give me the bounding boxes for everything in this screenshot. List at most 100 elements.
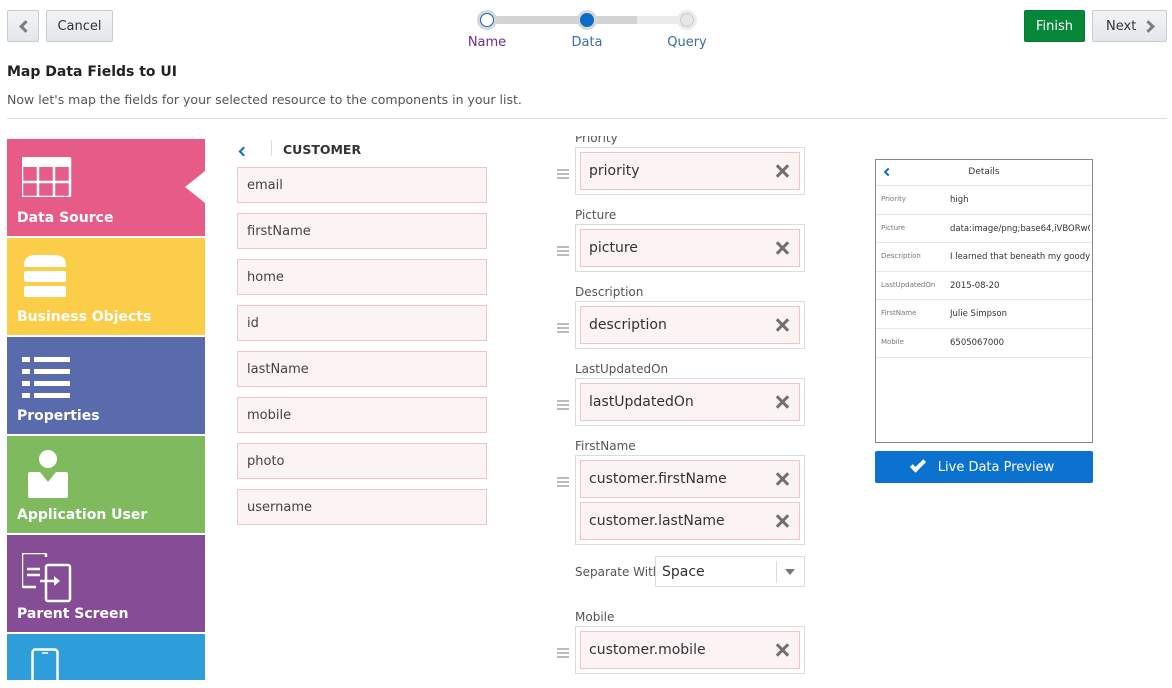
table-icon [22,157,78,197]
mobile-device-icon [31,648,61,688]
live-data-preview-button[interactable]: Live Data Preview [875,451,1093,483]
mapped-field-name: picture [589,240,638,256]
mapped-field-name: customer.mobile [589,642,706,658]
remove-icon[interactable] [775,472,789,486]
field-item[interactable]: username [237,489,487,525]
field-item[interactable]: id [237,305,487,341]
mapping-label-description: Description [575,285,643,299]
mapped-field-chip[interactable]: lastUpdatedOn [580,383,800,421]
preview-row: LastUpdatedOn2015-08-20 [876,272,1092,301]
mapping-drop-zone-picture[interactable]: picture [575,224,805,272]
mapping-label-priority: Priority [575,131,618,145]
step-name-label[interactable]: Name [447,35,527,50]
mapped-field-chip[interactable]: description [580,306,800,344]
mapped-field-chip[interactable]: customer.mobile [580,631,800,669]
tile-business-objects[interactable]: Business Objects [7,238,205,335]
page-title: Map Data Fields to UI [7,64,177,80]
mapping-label-mobile: Mobile [575,610,614,624]
remove-icon[interactable] [775,643,789,657]
preview-title: Details [876,167,1092,177]
tile-properties[interactable]: Properties [7,337,205,434]
next-label: Next [1106,19,1136,34]
stepper-track-completed [487,16,637,24]
cancel-button[interactable]: Cancel [46,10,113,42]
drag-handle-icon[interactable] [557,477,569,487]
mapped-field-name: priority [589,163,640,179]
tile-label: Application User [17,507,147,523]
step-query-label[interactable]: Query [647,35,727,50]
preview-row: FirstNameJulie Simpson [876,300,1092,329]
field-item[interactable]: firstName [237,213,487,249]
remove-icon[interactable] [775,318,789,332]
step-data-dot[interactable] [577,10,597,30]
mapping-drop-zone-mobile[interactable]: customer.mobile [575,626,805,674]
live-data-preview-label: Live Data Preview [938,460,1054,475]
step-query-dot[interactable] [677,10,697,30]
preview-value: I learned that beneath my goody [950,252,1090,262]
remove-icon[interactable] [775,395,789,409]
mapping-drop-zone-priority[interactable]: priority [575,147,805,195]
mapped-field-name: customer.firstName [589,471,727,487]
field-item[interactable]: lastName [237,351,487,387]
database-icon [24,255,70,299]
drag-handle-icon[interactable] [557,648,569,658]
drag-handle-icon[interactable] [557,169,569,179]
preview-value: Julie Simpson [950,309,1090,319]
step-data-label[interactable]: Data [547,35,627,50]
separator-select[interactable]: Space [655,556,805,587]
preview-row: Picture data:image/png;base64,iVBORw0 [876,215,1092,244]
preview-value: data:image/png;base64,iVBORw0 [950,224,1090,234]
field-item[interactable]: email [237,167,487,203]
finish-button[interactable]: Finish [1024,10,1085,42]
tile-label: Business Objects [17,309,151,325]
select-divider [776,561,777,583]
resource-title: CUSTOMER [283,142,361,157]
tile-mobile-device[interactable] [7,634,205,680]
tile-application-user[interactable]: Application User [7,436,205,533]
preview-key: Picture [881,224,905,232]
user-icon [28,450,68,498]
mapping-label-lastupdatedon: LastUpdatedOn [575,362,668,376]
chevron-right-icon [1142,20,1155,33]
remove-icon[interactable] [775,514,789,528]
preview-key: LastUpdatedOn [881,281,935,289]
resource-title-divider [271,140,272,156]
mapped-field-chip[interactable]: customer.lastName [580,502,800,540]
chevron-left-icon [19,20,32,33]
next-button[interactable]: Next [1092,10,1167,42]
tile-parent-screen[interactable]: Parent Screen [7,535,205,632]
separator-value: Space [662,564,705,580]
mobile-preview: Details Priority high Picture data:image/p… [875,159,1093,443]
resource-back-button[interactable] [237,140,249,154]
field-item[interactable]: photo [237,443,487,479]
checkmark-icon [910,456,926,472]
tile-label: Parent Screen [17,606,129,622]
mapped-field-name: lastUpdatedOn [589,394,694,410]
tile-data-source[interactable]: Data Source [7,139,205,236]
preview-value: high [950,195,1090,205]
mapping-drop-zone-description[interactable]: description [575,301,805,349]
drag-handle-icon[interactable] [557,323,569,333]
step-name-dot[interactable] [477,10,497,30]
field-item[interactable]: home [237,259,487,295]
tile-label: Properties [17,408,100,424]
remove-icon[interactable] [775,241,789,255]
mapped-field-chip[interactable]: priority [580,152,800,190]
mapping-label-picture: Picture [575,208,616,222]
mapping-drop-zone-lastupdatedon[interactable]: lastUpdatedOn [575,378,805,426]
field-item[interactable]: mobile [237,397,487,433]
mapped-field-chip[interactable]: customer.firstName [580,460,800,498]
preview-value: 6505067000 [950,338,1090,348]
remove-icon[interactable] [775,164,789,178]
caret-down-icon [785,569,795,575]
drag-handle-icon[interactable] [557,246,569,256]
mapping-drop-zone-firstname[interactable]: customer.firstName customer.lastName [575,455,805,545]
preview-row: Mobile6505067000 [876,329,1092,358]
separator-label: Separate With [575,565,660,579]
preview-row: Priority high [876,186,1092,215]
page-subtitle: Now let's map the fields for your select… [7,92,522,107]
drag-handle-icon[interactable] [557,400,569,410]
mapped-field-chip[interactable]: picture [580,229,800,267]
preview-key: Priority [881,195,906,203]
back-button[interactable] [7,10,39,42]
